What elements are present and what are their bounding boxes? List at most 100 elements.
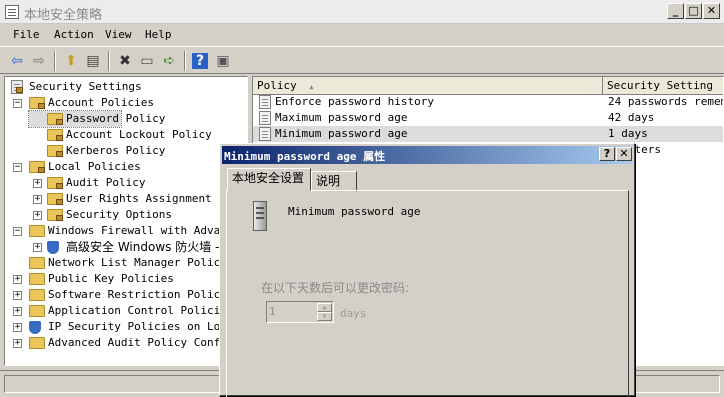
days-prompt: 在以下天数后可以更改密码: [261,281,410,295]
up-folder-icon[interactable]: ⬆ [62,52,80,70]
days-unit: days [340,307,367,320]
sort-ascending-icon: ▲ [309,83,314,91]
tree-item[interactable]: + Audit Policy [29,175,247,191]
tree-item-label: Software Restriction Policie [48,288,234,301]
tree-item[interactable]: − Local Policies [11,159,239,175]
menu-help[interactable]: Help [145,28,172,41]
close-button[interactable]: ✕ [703,3,720,19]
days-value[interactable]: 1 [269,305,276,318]
delete-icon[interactable]: ✖ [116,52,134,70]
dialog-help-button[interactable]: ? [599,147,615,161]
collapse-icon[interactable]: − [13,163,22,172]
spin-up-button[interactable]: ▲ [317,303,332,312]
policy-name: Minimum password age [288,205,421,218]
menu-bar: File Action View Help [0,25,724,45]
folder-icon [29,289,45,301]
tree-item-label: Audit Policy [66,176,146,189]
expand-icon[interactable]: + [13,339,22,348]
tree-item[interactable]: + Public Key Policies [11,271,239,287]
expand-icon[interactable]: + [33,211,42,220]
column-header-policy[interactable]: Policy ▲ [253,77,603,95]
maximize-button[interactable]: □ [685,3,702,19]
lock-icon [56,119,63,125]
console-icon[interactable]: ▣ [214,52,232,70]
column-header-setting[interactable]: Security Setting [603,77,723,95]
tree-pane[interactable]: Security Settings − Account Policies Passw… [4,76,248,366]
shield-icon [47,241,59,254]
menu-file[interactable]: File [13,28,40,41]
forward-arrow-icon[interactable]: ⇨ [30,52,48,70]
spin-down-button[interactable]: ▼ [317,312,332,321]
tree-item[interactable]: + 高级安全 Windows 防火墙 - [29,239,247,255]
dialog-title: Minimum password age 属性 [224,150,386,163]
policy-name-cell: Minimum password age [275,127,408,140]
tree-item[interactable]: + Advanced Audit Policy Config [11,335,239,351]
tree-item-label: IP Security Policies on Loca [48,320,234,333]
menu-view[interactable]: View [105,28,132,41]
shield-icon [29,321,41,334]
expand-icon[interactable]: + [13,323,22,332]
local-security-policy-window: 本地安全策略 _ □ ✕ File Action View Help ⇦ ⇨ ⬆… [0,0,724,397]
tree-item[interactable]: Password Policy [28,110,165,128]
expand-icon[interactable]: + [33,195,42,204]
tree-item-label: Security Options [66,208,172,221]
tree-item[interactable]: + IP Security Policies on Loca [11,319,239,335]
tree-item-label: Account Lockout Policy [66,128,212,141]
tree-item[interactable]: + Application Control Policies [11,303,239,319]
server-icon [249,201,271,233]
spinner-buttons: ▲ ▼ [317,303,332,321]
tree-item[interactable]: − Account Policies [11,95,239,111]
tree-item-label: User Rights Assignment [66,192,212,205]
policy-name-cell: Enforce password history [275,95,434,108]
lock-icon [38,103,45,109]
tree-item[interactable]: Kerberos Policy [29,143,247,159]
tree-item-label: Windows Firewall with Advanc [48,224,234,237]
export-list-icon[interactable]: ➪ [160,52,178,70]
tree-item-label: Local Policies [48,160,141,173]
dialog-title-bar[interactable]: Minimum password age 属性 ? ✕ [222,146,632,164]
menu-action[interactable]: Action [54,28,94,41]
toolbar-separator [54,51,56,71]
expand-icon[interactable]: + [13,275,22,284]
tree-item[interactable]: + Security Options [29,207,247,223]
security-setting-cell: 1 days [608,127,648,140]
tree-item-label: 高级安全 Windows 防火墙 - [66,240,220,254]
tree-item[interactable]: Network List Manager Policie [11,255,239,271]
tree-root[interactable]: Security Settings [11,79,241,95]
expand-icon[interactable]: + [13,307,22,316]
days-spinner[interactable]: 1 ▲ ▼ [266,301,334,323]
tree-item-label: Kerberos Policy [66,144,166,157]
list-row[interactable]: Minimum password age 1 days [253,126,723,142]
title-bar[interactable]: 本地安全策略 _ □ ✕ [0,0,724,24]
folder-icon [29,337,45,349]
list-row[interactable]: Enforce password history 24 passwords rem… [253,94,724,110]
show-hide-tree-icon[interactable]: ▤ [84,52,102,70]
policy-icon [259,95,271,109]
expand-icon[interactable]: + [33,243,42,252]
policy-name-cell: Maximum password age [275,111,408,124]
collapse-icon[interactable]: − [13,99,22,108]
tab-explain[interactable]: 说明 [311,171,357,192]
toolbar-separator [108,51,110,71]
lock-icon [56,215,63,221]
properties-icon[interactable]: ▭ [138,52,156,70]
tree-item[interactable]: + Software Restriction Policie [11,287,239,303]
tree-item[interactable]: − Windows Firewall with Advanc [11,223,239,239]
back-arrow-icon[interactable]: ⇦ [8,52,26,70]
expand-icon[interactable]: + [33,179,42,188]
lock-icon [56,151,63,157]
tree-item-label: Password Policy [66,112,166,125]
expand-icon[interactable]: + [13,291,22,300]
dialog-close-button[interactable]: ✕ [616,147,632,161]
security-setting-cell: 24 passwords remem [608,95,724,108]
tree-item-label: Advanced Audit Policy Config [48,336,234,349]
tree-item-label: Network List Manager Policie [48,256,234,269]
tree-item[interactable]: Account Lockout Policy [29,127,247,143]
help-icon[interactable]: ? [192,53,208,69]
list-row[interactable]: Maximum password age 42 days [253,110,723,126]
tab-local-security-setting[interactable]: 本地安全设置 [227,168,311,191]
minimize-button[interactable]: _ [667,3,684,19]
tree-item-label: Public Key Policies [48,272,174,285]
tree-item[interactable]: + User Rights Assignment [29,191,247,207]
collapse-icon[interactable]: − [13,227,22,236]
